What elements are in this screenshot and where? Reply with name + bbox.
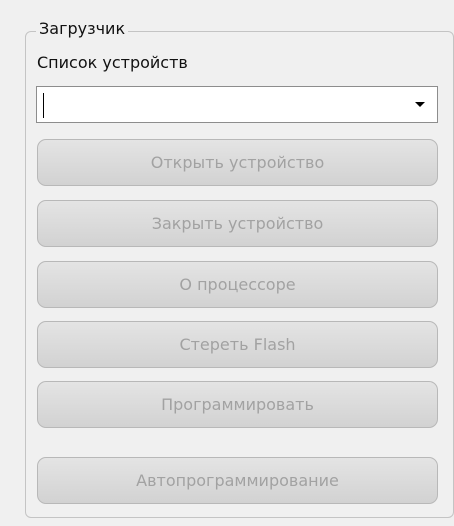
group-title: Загрузчик [36,17,129,41]
about-processor-button[interactable]: О процессоре [37,261,438,308]
loader-panel: Загрузчик Список устройств Открыть устро… [0,0,454,526]
auto-program-button[interactable]: Автопрограммирование [37,457,438,504]
dropdown-button[interactable] [402,87,437,122]
close-device-button[interactable]: Закрыть устройство [37,200,438,247]
device-selector-input[interactable] [43,94,388,116]
open-device-button[interactable]: Открыть устройство [37,139,438,186]
device-list-label: Список устройств [37,53,188,72]
device-selector[interactable] [36,86,438,123]
text-caret [43,93,44,118]
erase-flash-button[interactable]: Стереть Flash [37,321,438,368]
program-button[interactable]: Программировать [37,381,438,428]
chevron-down-icon [414,102,425,107]
